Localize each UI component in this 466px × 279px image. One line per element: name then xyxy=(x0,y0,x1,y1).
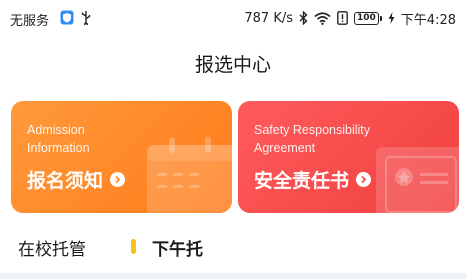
calendar-icon xyxy=(147,137,232,213)
battery-icon: 100 xyxy=(354,11,382,25)
card-action: 报名须知 xyxy=(27,166,126,193)
shield-icon xyxy=(60,10,74,25)
content-divider xyxy=(0,273,466,279)
tab-school-care[interactable]: 在校托管 xyxy=(18,235,86,260)
wifi-icon xyxy=(314,11,331,25)
status-bar: 无服务 787 K/s 100 下午4:28 xyxy=(0,0,466,34)
card-label: 安全责任书 xyxy=(254,170,350,192)
battery-level: 100 xyxy=(354,11,379,25)
tab-afternoon-care[interactable]: 下午托 xyxy=(152,235,203,260)
card-english-title: Admission Information xyxy=(27,123,90,155)
admission-info-card[interactable]: Admission Information 报名须知 xyxy=(11,101,232,213)
alert-icon xyxy=(337,11,348,25)
usb-icon xyxy=(81,11,91,25)
carrier-label: 无服务 xyxy=(10,14,50,29)
charging-icon xyxy=(388,12,395,24)
bluetooth-icon xyxy=(299,11,308,25)
safety-agreement-card[interactable]: Safety Responsibility Agreement 安全责任书 xyxy=(238,101,459,213)
page-title: 报选中心 xyxy=(194,54,271,76)
arrow-right-icon xyxy=(110,172,126,187)
certificate-icon xyxy=(376,147,459,213)
tab-selected-indicator xyxy=(131,239,136,254)
card-action: 安全责任书 xyxy=(254,166,372,193)
clock: 下午4:28 xyxy=(400,12,456,28)
card-label: 报名须知 xyxy=(27,170,104,192)
network-speed: 787 K/s xyxy=(244,10,293,26)
card-english-title: Safety Responsibility Agreement xyxy=(254,123,371,155)
